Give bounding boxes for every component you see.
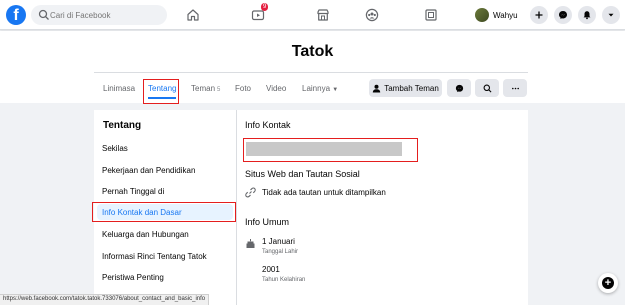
caret-down-icon: ▼ bbox=[332, 87, 339, 93]
home-tab[interactable] bbox=[173, 0, 213, 30]
add-friend-icon bbox=[373, 84, 381, 92]
tab-photos[interactable]: Foto bbox=[235, 83, 251, 99]
home-icon bbox=[187, 9, 199, 21]
search-profile-button[interactable] bbox=[475, 79, 499, 97]
tab-friends-label: Teman bbox=[191, 84, 216, 93]
link-icon bbox=[245, 187, 256, 198]
bell-icon bbox=[583, 11, 591, 20]
birth-date-label: Tanggal Lahir bbox=[262, 249, 299, 255]
plus-icon bbox=[535, 11, 543, 19]
sidebar-item-places-lived[interactable]: Pernah Tinggal di bbox=[102, 187, 164, 196]
facebook-logo[interactable]: f bbox=[6, 5, 26, 25]
plus-icon: + bbox=[602, 277, 614, 289]
tab-more[interactable]: Lainnya ▼ bbox=[302, 83, 338, 99]
top-navigation-bar: f 9 Wahyu bbox=[0, 0, 625, 30]
watch-tab[interactable]: 9 bbox=[238, 0, 278, 30]
sidebar-title: Tentang bbox=[103, 120, 142, 131]
websites-social-links-title: Situs Web dan Tautan Sosial bbox=[245, 169, 360, 179]
messenger-icon bbox=[455, 84, 463, 92]
new-message-button[interactable]: + bbox=[598, 273, 618, 293]
sidebar-item-family-relationships[interactable]: Keluarga dan Hubungan bbox=[102, 230, 189, 239]
friends-count: 5 bbox=[217, 87, 221, 93]
contact-info-highlight bbox=[92, 202, 236, 222]
marketplace-icon bbox=[317, 9, 329, 21]
basic-info-title: Info Umum bbox=[245, 217, 290, 227]
birth-year: 2001 bbox=[262, 265, 280, 274]
marketplace-tab[interactable] bbox=[303, 0, 343, 30]
gaming-tab[interactable] bbox=[411, 0, 451, 30]
account-menu-button[interactable] bbox=[602, 6, 620, 24]
tab-more-label: Lainnya bbox=[302, 84, 331, 93]
caret-down-icon bbox=[608, 13, 614, 17]
sidebar-item-overview[interactable]: Sekilas bbox=[102, 144, 128, 153]
sidebar-item-work-education[interactable]: Pekerjaan dan Pendidikan bbox=[102, 166, 195, 175]
birth-date: 1 Januari bbox=[262, 237, 295, 246]
birthday-cake-icon bbox=[246, 239, 255, 248]
contact-info-title: Info Kontak bbox=[245, 120, 291, 130]
messenger-button[interactable] bbox=[554, 6, 572, 24]
notifications-button[interactable] bbox=[578, 6, 596, 24]
sidebar-item-life-events[interactable]: Peristiwa Penting bbox=[102, 273, 164, 282]
tab-friends[interactable]: Teman 5 bbox=[191, 83, 220, 99]
message-button[interactable] bbox=[447, 79, 471, 97]
search-icon bbox=[483, 84, 491, 92]
browser-status-bar: https://web.facebook.com/tatok.tatok.733… bbox=[0, 294, 210, 305]
user-name: Wahyu bbox=[493, 10, 518, 20]
gaming-icon bbox=[425, 9, 437, 21]
contact-info-redaction-highlight bbox=[243, 138, 418, 162]
groups-tab[interactable] bbox=[352, 0, 392, 30]
add-friend-button[interactable]: Tambah Teman bbox=[369, 79, 442, 97]
profile-name: Tatok bbox=[291, 43, 334, 60]
groups-icon bbox=[365, 8, 379, 22]
search-input[interactable] bbox=[50, 7, 160, 23]
tab-timeline[interactable]: Linimasa bbox=[103, 83, 135, 99]
messenger-icon bbox=[559, 11, 567, 19]
search-box[interactable] bbox=[31, 5, 167, 25]
watch-notification-badge: 9 bbox=[261, 3, 269, 11]
profile-shortcut[interactable]: Wahyu bbox=[473, 6, 522, 24]
more-options-button[interactable] bbox=[503, 79, 527, 97]
ellipsis-icon bbox=[511, 87, 519, 89]
about-tab-highlight bbox=[143, 79, 179, 104]
sidebar-item-details[interactable]: Informasi Rinci Tentang Tatok bbox=[102, 252, 207, 261]
no-links-text: Tidak ada tautan untuk ditampilkan bbox=[262, 188, 386, 197]
birth-year-label: Tahun Kelahiran bbox=[262, 277, 306, 283]
add-friend-label: Tambah Teman bbox=[384, 83, 439, 93]
header-divider bbox=[94, 72, 528, 73]
tab-video[interactable]: Video bbox=[266, 83, 286, 99]
avatar bbox=[475, 8, 489, 22]
create-button[interactable] bbox=[530, 6, 548, 24]
search-icon bbox=[38, 9, 49, 20]
